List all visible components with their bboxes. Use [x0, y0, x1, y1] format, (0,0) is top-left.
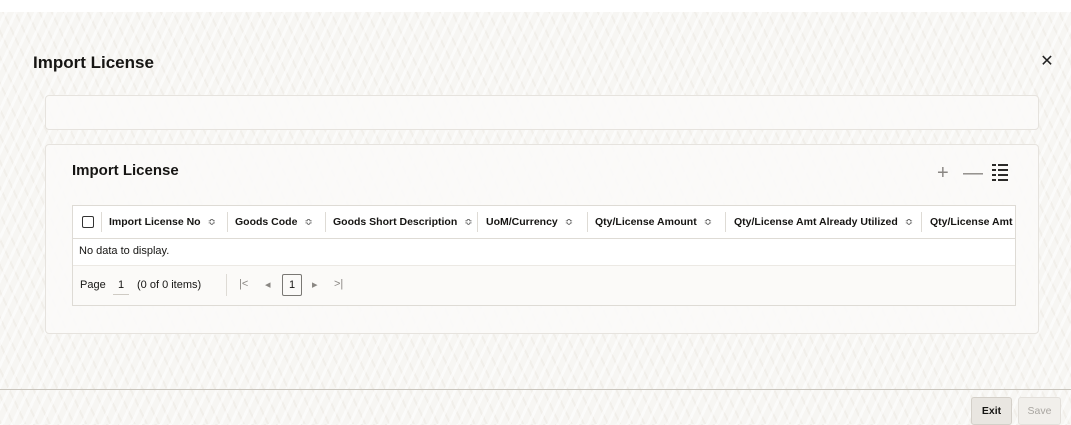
first-page-icon[interactable]: |< [239, 278, 248, 290]
column-header-label: Qty/License Amount [595, 216, 697, 228]
column-header-qty-license-amt-available[interactable]: Qty/License Amt A [930, 206, 1015, 238]
column-separator [921, 212, 922, 232]
exit-button[interactable]: Exit [971, 397, 1012, 425]
header-fields-panel [45, 95, 1039, 130]
column-separator [227, 212, 228, 232]
column-header-label: Qty/License Amt A [930, 216, 1015, 228]
dialog-title: Import License [33, 53, 154, 72]
save-button[interactable]: Save [1018, 397, 1061, 425]
top-strip [0, 0, 1071, 12]
column-separator [725, 212, 726, 232]
sort-icon[interactable]: ≎ [905, 217, 913, 228]
section-title: Import License [72, 162, 179, 179]
sort-icon[interactable]: ≎ [464, 217, 472, 228]
column-separator [477, 212, 478, 232]
column-header-goods-code[interactable]: Goods Code ≎ [235, 206, 325, 238]
column-separator [101, 212, 102, 232]
column-separator [587, 212, 588, 232]
import-license-section: Import License + — Import License No ≎ Go… [45, 144, 1039, 334]
plus-icon[interactable]: + [937, 163, 949, 183]
column-header-label: Import License No [109, 216, 201, 228]
items-summary: (0 of 0 items) [137, 279, 202, 291]
close-icon[interactable]: ✕ [1038, 53, 1056, 71]
column-header-goods-short-description[interactable]: Goods Short Description ≎ [333, 206, 478, 238]
sort-icon[interactable]: ≎ [704, 217, 712, 228]
next-page-icon[interactable]: ▸ [312, 278, 318, 291]
column-list-icon[interactable] [992, 163, 1008, 181]
import-license-table: Import License No ≎ Goods Code ≎ Goods Sho… [72, 205, 1016, 306]
column-header-import-license-no[interactable]: Import License No ≎ [109, 206, 229, 238]
current-page-button[interactable]: 1 [282, 274, 302, 296]
sort-icon[interactable]: ≎ [304, 217, 312, 228]
footer-divider [0, 389, 1071, 390]
page-number-input[interactable]: 1 [113, 276, 129, 295]
pager-separator [226, 274, 227, 296]
column-header-label: UoM/Currency [486, 216, 558, 228]
column-header-uom-currency[interactable]: UoM/Currency ≎ [486, 206, 586, 238]
last-page-icon[interactable]: >| [334, 278, 343, 290]
sort-icon[interactable]: ≎ [565, 217, 573, 228]
column-header-qty-license-amount[interactable]: Qty/License Amount ≎ [595, 206, 725, 238]
column-separator [325, 212, 326, 232]
select-all-checkbox[interactable] [82, 216, 94, 228]
table-header: Import License No ≎ Goods Code ≎ Goods Sho… [73, 206, 1015, 239]
column-header-qty-license-amt-already-utilized[interactable]: Qty/License Amt Already Utilized ≎ [734, 206, 924, 238]
sort-icon[interactable]: ≎ [208, 217, 216, 228]
column-header-label: Goods Code [235, 216, 298, 228]
previous-page-icon[interactable]: ◂ [265, 278, 271, 291]
minus-icon[interactable]: — [963, 163, 983, 183]
column-header-label: Goods Short Description [333, 216, 458, 228]
no-data-message: No data to display. [79, 245, 170, 257]
column-header-label: Qty/License Amt Already Utilized [734, 216, 898, 228]
page-label: Page [80, 279, 106, 291]
pagination-bar: Page 1 (0 of 0 items) |< ◂ 1 ▸ >| [73, 265, 1015, 305]
